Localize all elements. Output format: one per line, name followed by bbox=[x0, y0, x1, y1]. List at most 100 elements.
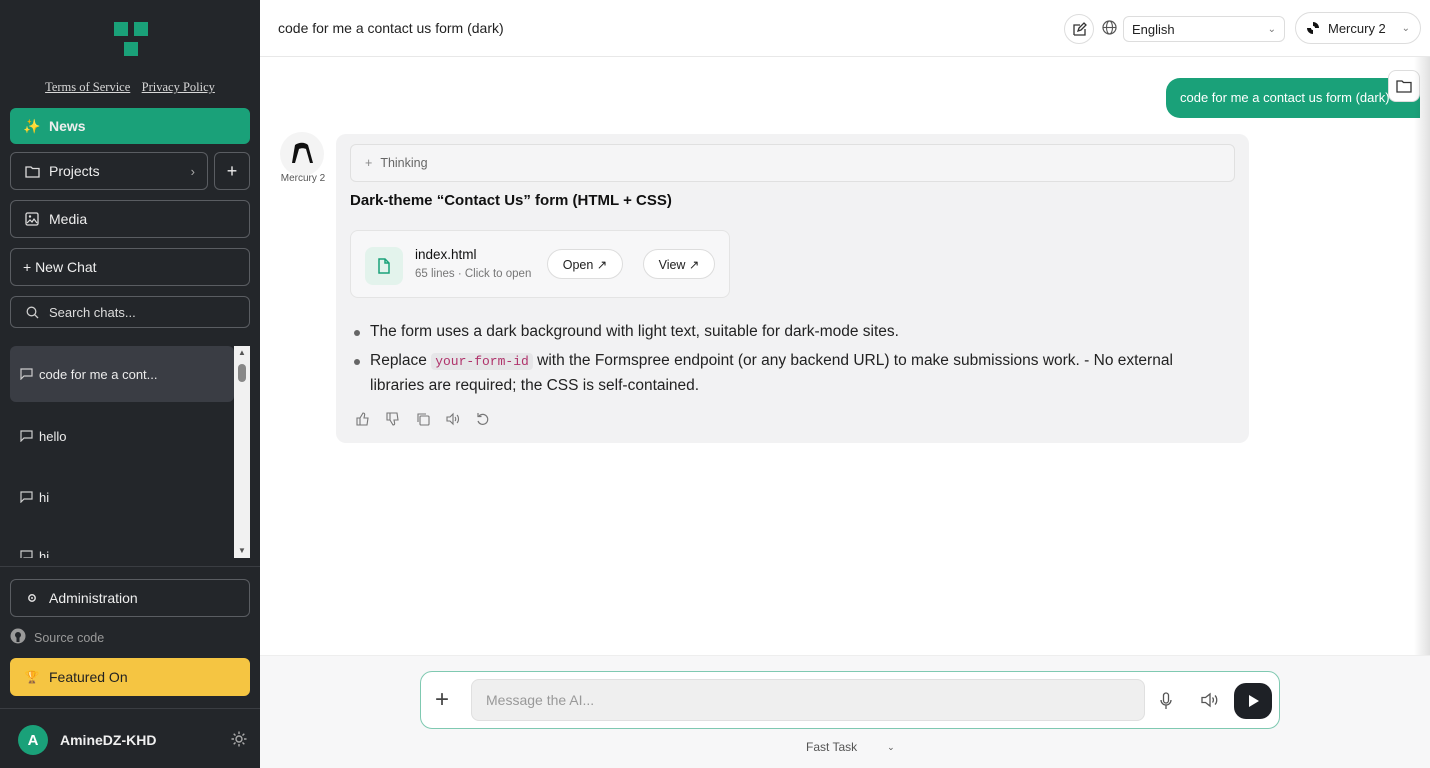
search-placeholder: Search chats... bbox=[49, 304, 136, 320]
composer-area: + Fast Task ⌄ bbox=[260, 655, 1430, 768]
file-meta: 65 lines · Click to open bbox=[415, 268, 532, 280]
media-button[interactable]: Media bbox=[10, 200, 250, 238]
thinking-toggle[interactable]: + Thinking bbox=[350, 144, 1235, 182]
top-bar: code for me a contact us form (dark) Eng… bbox=[260, 0, 1430, 57]
attach-plus-icon[interactable]: + bbox=[435, 688, 449, 712]
chat-item-title: hi bbox=[39, 548, 50, 559]
file-name: index.html bbox=[415, 247, 477, 262]
answer-bullets: The form uses a dark background with lig… bbox=[352, 320, 1222, 403]
chat-item-title: code for me a cont... bbox=[39, 366, 158, 382]
edit-chat-button[interactable] bbox=[1064, 14, 1094, 44]
privacy-link[interactable]: Privacy Policy bbox=[142, 80, 215, 94]
play-icon bbox=[1249, 695, 1259, 707]
send-button[interactable] bbox=[1234, 683, 1272, 719]
language-value: English bbox=[1132, 21, 1175, 37]
bullet-item: The form uses a dark background with lig… bbox=[352, 320, 1222, 344]
chat-item[interactable]: hi bbox=[10, 528, 234, 558]
divider bbox=[0, 708, 260, 709]
language-select[interactable]: English ⌄ bbox=[1123, 16, 1285, 42]
model-logo-icon bbox=[1306, 21, 1320, 35]
scroll-down-arrow-icon[interactable]: ▼ bbox=[234, 544, 250, 558]
chat-item-title: hello bbox=[39, 428, 67, 444]
image-icon bbox=[23, 212, 41, 226]
gear-icon bbox=[23, 592, 41, 604]
username: AmineDZ-KHD bbox=[60, 732, 157, 748]
file-attachment-card[interactable]: index.html 65 lines · Click to open Open… bbox=[350, 230, 730, 298]
folder-icon bbox=[1396, 80, 1412, 93]
sparkle-icon: ✨ bbox=[23, 117, 41, 134]
copy-icon[interactable] bbox=[416, 412, 446, 426]
model-value: Mercury 2 bbox=[1328, 20, 1386, 36]
read-aloud-icon[interactable] bbox=[446, 412, 476, 426]
sidebar: Terms of Service Privacy Policy ✨ News P… bbox=[0, 0, 260, 768]
administration-button[interactable]: Administration bbox=[10, 579, 250, 617]
search-chats-field[interactable]: Search chats... bbox=[10, 296, 250, 328]
app-logo bbox=[114, 22, 148, 56]
chat-list-scrollbar[interactable]: ▲ ▼ bbox=[234, 346, 250, 558]
task-mode-value: Fast Task bbox=[806, 740, 858, 754]
github-icon bbox=[10, 628, 26, 647]
search-icon bbox=[23, 306, 41, 319]
thumbs-down-icon[interactable] bbox=[386, 412, 416, 426]
chevron-right-icon: › bbox=[190, 163, 195, 179]
legal-links: Terms of Service Privacy Policy bbox=[0, 80, 260, 95]
source-code-label: Source code bbox=[34, 630, 105, 645]
answer-title: Dark-theme “Contact Us” form (HTML + CSS… bbox=[350, 192, 672, 209]
add-project-button[interactable]: + bbox=[214, 152, 250, 190]
file-icon bbox=[365, 247, 403, 285]
bullet-item: Replace your-form-id with the Formspree … bbox=[352, 349, 1222, 398]
message-input[interactable] bbox=[471, 679, 1145, 721]
chat-bubble-icon bbox=[20, 550, 33, 558]
news-label: News bbox=[49, 118, 86, 134]
user-profile[interactable]: A AmineDZ-KHD bbox=[18, 725, 248, 755]
chevron-down-icon: ⌄ bbox=[1267, 23, 1276, 35]
chevron-down-icon: ⌄ bbox=[887, 741, 895, 752]
scroll-up-arrow-icon[interactable]: ▲ bbox=[234, 346, 250, 360]
bot-name: Mercury 2 bbox=[280, 173, 326, 184]
chevron-down-icon: ⌄ bbox=[1401, 22, 1410, 34]
model-select[interactable]: Mercury 2 ⌄ bbox=[1295, 12, 1421, 44]
chat-bubble-icon bbox=[20, 430, 33, 442]
task-mode-select[interactable]: Fast Task ⌄ bbox=[806, 740, 895, 754]
scroll-thumb[interactable] bbox=[238, 364, 246, 382]
chat-item[interactable]: code for me a cont... bbox=[10, 346, 234, 402]
new-chat-button[interactable]: + New Chat bbox=[10, 248, 250, 286]
news-button[interactable]: ✨ News bbox=[10, 108, 250, 144]
folder-icon bbox=[23, 165, 41, 178]
microphone-icon[interactable] bbox=[1159, 692, 1173, 713]
media-label: Media bbox=[49, 211, 88, 227]
featured-on-button[interactable]: 🏆 Featured On bbox=[10, 658, 250, 696]
avatar: A bbox=[18, 725, 48, 755]
thinking-label: Thinking bbox=[380, 156, 428, 170]
featured-on-label: Featured On bbox=[49, 669, 128, 685]
plus-icon: + bbox=[365, 156, 373, 170]
chat-item[interactable]: hello bbox=[10, 408, 234, 464]
composer: + bbox=[420, 671, 1280, 729]
speaker-icon[interactable] bbox=[1201, 692, 1219, 711]
open-file-button[interactable]: Open ↗ bbox=[547, 249, 623, 279]
terms-link[interactable]: Terms of Service bbox=[45, 80, 130, 94]
user-message-bubble: code for me a contact us form (dark) bbox=[1166, 78, 1420, 118]
chat-title: code for me a contact us form (dark) bbox=[278, 20, 504, 36]
trophy-icon: 🏆 bbox=[24, 670, 40, 684]
settings-gear-icon[interactable] bbox=[230, 730, 248, 751]
regenerate-icon[interactable] bbox=[476, 412, 506, 426]
chat-bubble-icon bbox=[20, 491, 33, 503]
bot-logo-icon bbox=[292, 142, 313, 163]
view-file-button[interactable]: View ↗ bbox=[643, 249, 715, 279]
divider bbox=[0, 566, 260, 567]
bullet-text: The form uses a dark background with lig… bbox=[370, 323, 899, 340]
chat-bubble-icon bbox=[20, 368, 33, 380]
thumbs-up-icon[interactable] bbox=[356, 412, 386, 426]
inline-code: your-form-id bbox=[431, 353, 533, 370]
edit-icon bbox=[1072, 21, 1087, 36]
source-code-link[interactable]: Source code bbox=[10, 628, 104, 647]
chat-item-title: hi bbox=[39, 489, 50, 505]
assistant-message: + Thinking Dark-theme “Contact Us” form … bbox=[336, 134, 1249, 443]
chat-item[interactable]: hi bbox=[10, 469, 234, 525]
administration-label: Administration bbox=[49, 590, 138, 606]
message-actions bbox=[356, 412, 506, 426]
projects-button[interactable]: Projects › bbox=[10, 152, 208, 190]
chat-history-list[interactable]: code for me a cont... hello hi hi ▲ ▼ bbox=[10, 346, 250, 558]
bot-avatar bbox=[280, 132, 324, 176]
